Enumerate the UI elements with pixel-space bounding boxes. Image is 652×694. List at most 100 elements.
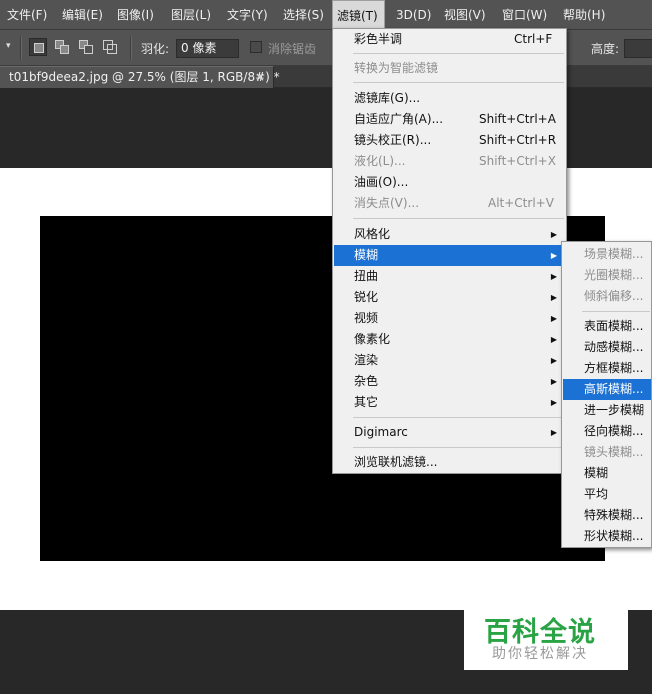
menu-item-label: 像素化	[354, 332, 391, 346]
submenu-arrow-icon: ▶	[550, 377, 557, 386]
menu-item-label: 油画(O)...	[354, 175, 409, 189]
feather-label: 羽化:	[141, 42, 170, 56]
submenu-item-iris-blur: 光圈模糊...	[584, 268, 644, 282]
submenu-item-blur-more[interactable]: 进一步模糊	[563, 400, 651, 421]
menu-separator	[582, 311, 650, 312]
menu-item-filter-gallery[interactable]: 滤镜库(G)...	[334, 88, 565, 109]
menu-item-browse-online-filters[interactable]: 浏览联机滤镜...	[334, 452, 565, 473]
menu-item-shortcut: Ctrl+F	[514, 32, 553, 46]
menu-type[interactable]: 文字(Y)	[223, 0, 272, 30]
submenu-item-tilt-shift: 倾斜偏移...	[584, 289, 644, 303]
menu-item-last-filter[interactable]: 彩色半调 Ctrl+F	[334, 29, 565, 50]
submenu-item-box-blur[interactable]: 方框模糊...	[563, 358, 651, 379]
menu-item-label: 自适应广角(A)...	[354, 112, 444, 126]
add-to-selection-button[interactable]	[53, 38, 71, 56]
menu-item-label: 镜头校正(R)...	[354, 133, 432, 147]
submenu-arrow-icon: ▶	[550, 251, 557, 260]
menu-window[interactable]: 窗口(W)	[498, 0, 551, 30]
menu-item-label: 杂色	[354, 374, 379, 388]
menu-item-digimarc[interactable]: Digimarc ▶	[334, 422, 565, 443]
options-divider	[20, 36, 22, 60]
blur-submenu: 场景模糊... 光圈模糊... 倾斜偏移... 表面模糊... 动感模糊... …	[561, 241, 652, 548]
submenu-arrow-icon: ▶	[550, 230, 557, 239]
menu-view[interactable]: 视图(V)	[440, 0, 490, 30]
submenu-item-shape-blur[interactable]: 形状模糊...	[563, 526, 651, 547]
menu-item-label: 渲染	[354, 353, 379, 367]
submenu-item-motion-blur[interactable]: 动感模糊...	[563, 337, 651, 358]
menu-item-adaptive-wide-angle[interactable]: 自适应广角(A)... Shift+Ctrl+A	[334, 109, 565, 130]
submenu-arrow-icon: ▶	[550, 314, 557, 323]
menu-item-oil-paint[interactable]: 油画(O)...	[334, 172, 565, 193]
close-icon[interactable]: ×	[255, 67, 265, 87]
menu-item-label: 模糊	[354, 248, 379, 262]
submenu-item-gaussian-blur[interactable]: 高斯模糊...	[563, 379, 651, 400]
feather-input[interactable]: 0 像素	[176, 39, 239, 58]
menu-item-label: 其它	[354, 395, 379, 409]
menu-separator	[353, 82, 564, 83]
submenu-item-smart-blur[interactable]: 特殊模糊...	[563, 505, 651, 526]
menu-item-label: 风格化	[354, 227, 391, 241]
document-tab[interactable]: t01bf9deea2.jpg @ 27.5% (图层 1, RGB/8#) *…	[0, 66, 280, 88]
menu-image[interactable]: 图像(I)	[113, 0, 158, 30]
options-divider	[130, 36, 132, 60]
menu-item-stylize[interactable]: 风格化 ▶	[334, 224, 565, 245]
menu-separator	[353, 447, 564, 448]
menu-item-distort[interactable]: 扭曲 ▶	[334, 266, 565, 287]
menu-item-liquify: 液化(L)... Shift+Ctrl+X	[334, 151, 565, 172]
menu-item-lens-correction[interactable]: 镜头校正(R)... Shift+Ctrl+R	[334, 130, 565, 151]
menu-item-noise[interactable]: 杂色 ▶	[334, 371, 565, 392]
menu-item-label: Digimarc	[354, 425, 408, 439]
menu-item-label: 滤镜库(G)...	[354, 91, 421, 105]
menu-item-pixelate[interactable]: 像素化 ▶	[334, 329, 565, 350]
tool-preset-dropdown-icon[interactable]: ▾	[6, 41, 11, 51]
submenu-arrow-icon: ▶	[550, 428, 557, 437]
intersect-selection-button[interactable]	[101, 38, 119, 56]
antialias-label: 消除锯齿	[268, 42, 317, 56]
menu-item-shortcut: Alt+Ctrl+V	[488, 196, 554, 210]
subtract-from-selection-button[interactable]	[77, 38, 95, 56]
menu-separator	[353, 218, 564, 219]
subtract-selection-icon-part	[84, 45, 93, 54]
menu-select[interactable]: 选择(S)	[279, 0, 328, 30]
menu-item-vanishing-point: 消失点(V)... Alt+Ctrl+V	[334, 193, 565, 214]
new-selection-button[interactable]	[29, 38, 47, 56]
submenu-item-lens-blur: 镜头模糊...	[584, 445, 644, 459]
menu-file[interactable]: 文件(F)	[3, 0, 51, 30]
menu-item-video[interactable]: 视频 ▶	[334, 308, 565, 329]
menu-item-sharpen[interactable]: 锐化 ▶	[334, 287, 565, 308]
submenu-item-surface-blur[interactable]: 表面模糊...	[563, 316, 651, 337]
menu-separator	[353, 417, 564, 418]
submenu-item-average[interactable]: 平均	[563, 484, 651, 505]
menu-edit[interactable]: 编辑(E)	[58, 0, 107, 30]
menu-item-render[interactable]: 渲染 ▶	[334, 350, 565, 371]
menu-item-other[interactable]: 其它 ▶	[334, 392, 565, 413]
submenu-arrow-icon: ▶	[550, 398, 557, 407]
submenu-arrow-icon: ▶	[550, 272, 557, 281]
submenu-item-field-blur: 场景模糊...	[584, 247, 644, 261]
menu-layer[interactable]: 图层(L)	[167, 0, 215, 30]
menu-item-blur[interactable]: 模糊 ▶	[334, 245, 565, 266]
menu-item-label: 锐化	[354, 290, 379, 304]
watermark-logo: 百科全说 助你轻松解决	[464, 606, 628, 670]
submenu-item-blur[interactable]: 模糊	[563, 463, 651, 484]
menu-filter[interactable]: 滤镜(T)	[332, 0, 385, 31]
height-label: 高度:	[591, 42, 620, 56]
document-tab-title: t01bf9deea2.jpg @ 27.5% (图层 1, RGB/8#) *	[9, 70, 280, 84]
height-input[interactable]	[624, 39, 652, 58]
menu-item-label: 视频	[354, 311, 379, 325]
antialias-checkbox[interactable]	[250, 41, 262, 53]
submenu-item-radial-blur[interactable]: 径向模糊...	[563, 421, 651, 442]
menu-item-label: 转换为智能滤镜	[354, 61, 439, 75]
menu-separator	[353, 53, 564, 54]
menu-help[interactable]: 帮助(H)	[559, 0, 609, 30]
intersect-selection-icon-part	[107, 44, 117, 54]
submenu-arrow-icon: ▶	[550, 293, 557, 302]
menu-bar: 文件(F) 编辑(E) 图像(I) 图层(L) 文字(Y) 选择(S) 滤镜(T…	[0, 0, 652, 31]
filter-menu-dropdown: 彩色半调 Ctrl+F 转换为智能滤镜 滤镜库(G)... 自适应广角(A)..…	[332, 28, 567, 474]
menu-item-label: 消失点(V)...	[354, 196, 420, 210]
menu-item-shortcut: Shift+Ctrl+X	[479, 154, 556, 168]
add-selection-icon-part	[60, 45, 69, 54]
menu-3d[interactable]: 3D(D)	[392, 0, 435, 30]
menu-item-label: 浏览联机滤镜...	[354, 455, 438, 469]
menu-item-label: 彩色半调	[354, 32, 403, 46]
